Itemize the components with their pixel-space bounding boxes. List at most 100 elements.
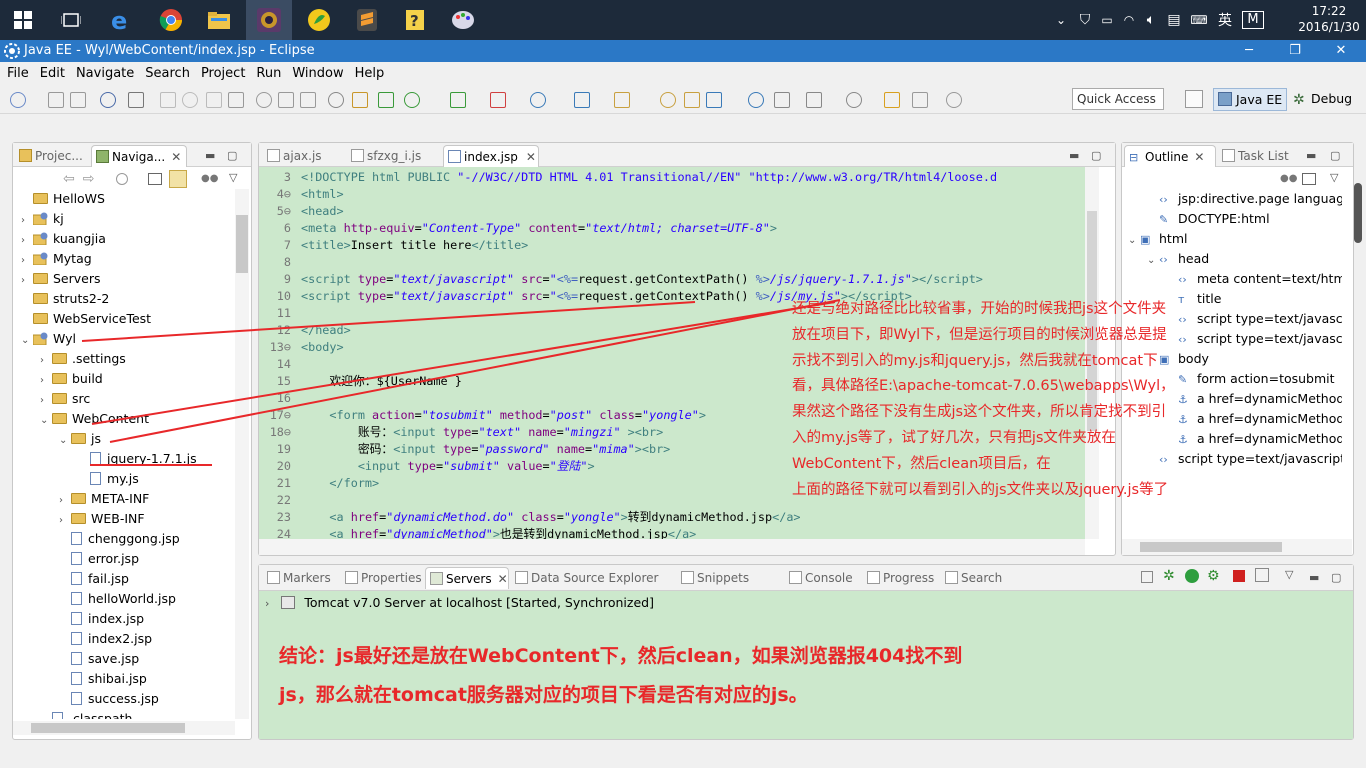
view-menu-icon[interactable]: ▽ [229,171,237,184]
perspective-debug[interactable]: ✲ Debug [1291,88,1361,111]
tree-item[interactable]: struts2-2 [21,289,109,309]
code-line[interactable]: <a href="dynamicMethod">也是转到dynamicMetho… [301,526,696,539]
tree-item[interactable]: chenggong.jsp [59,529,180,549]
expand-arrow-icon[interactable]: › [21,211,33,231]
task-view-button[interactable] [48,0,94,40]
menu-run[interactable]: Run [252,66,285,81]
tree-item[interactable]: HelloWS [21,189,105,209]
outline-item[interactable]: ⚓ a href=dynamicMethod.a [1166,429,1342,449]
code-line[interactable]: <html> [301,186,344,203]
close-window-button[interactable]: ✕ [1318,40,1364,62]
toolbar-icon[interactable] [574,92,590,108]
outline-item[interactable]: ⚓ a href=dynamicMethod [1166,409,1342,429]
outline-item[interactable]: ✎ form action=tosubmit [1166,369,1335,389]
navigator-hscrollbar[interactable] [13,721,235,735]
code-line[interactable]: <!DOCTYPE html PUBLIC "-//W3C//DTD HTML … [301,169,997,186]
close-tab-icon[interactable]: ✕ [1194,150,1204,164]
menu-help[interactable]: Help [351,66,389,81]
wifi-icon[interactable]: ◠ [1118,13,1140,27]
minimize-view-icon[interactable]: ▬ [205,149,215,162]
taskbar-app-green[interactable] [296,0,342,40]
outline-item[interactable]: ‹› script type=text/javascrip [1166,329,1342,349]
outline-view-menu-icon[interactable]: ▽ [1330,171,1338,184]
navigator-vscrollbar[interactable] [235,189,249,719]
menu-project[interactable]: Project [197,66,249,81]
toolbar-icon[interactable] [846,92,862,108]
outline-item[interactable]: ‹› script type=text/javascript [1147,449,1342,469]
tree-item[interactable]: index.jsp [59,609,144,629]
tree-item[interactable]: › build [40,369,103,389]
toolbar-icon[interactable] [404,92,420,108]
profile-server-icon[interactable]: ⚙ [1207,568,1220,584]
tab-markers[interactable]: Markers [263,567,337,589]
home-icon[interactable] [116,173,128,185]
toolbar-icon[interactable] [182,92,198,108]
collapse-icon[interactable] [1141,571,1153,583]
code-line[interactable]: <form action="tosubmit" method="post" cl… [301,407,706,424]
debug-server-icon[interactable]: ✲ [1163,568,1175,584]
vscroll-thumb[interactable] [236,215,248,273]
outline-item[interactable]: ⚓ a href=dynamicMethod.d [1166,389,1342,409]
keyboard-icon[interactable]: ⌨ [1186,13,1212,27]
outline-item[interactable]: ✎ DOCTYPE:html [1147,209,1270,229]
code-line[interactable]: </head> [301,322,351,339]
tree-item[interactable]: ⌄ Wyl [21,329,76,349]
toolbar-icon[interactable] [378,92,394,108]
menu-search[interactable]: Search [141,66,194,81]
code-line[interactable]: <script type="text/javascript" src="<%=r… [301,271,983,288]
view-menu-icon[interactable]: ▽ [1285,568,1293,581]
tree-item[interactable]: › src [40,389,90,409]
toolbar-icon[interactable] [70,92,86,108]
code-line[interactable]: </form> [301,475,379,492]
start-button[interactable] [0,0,46,40]
tree-item[interactable]: › kj [21,209,64,229]
expand-arrow-icon[interactable]: ⌄ [1147,251,1159,271]
toolbar-icon[interactable] [228,92,244,108]
outline-vscroll-thumb[interactable] [1354,183,1362,243]
code-line[interactable]: 密码：<input type="password" name="mima"><b… [301,441,670,458]
toolbar-icon[interactable] [706,92,722,108]
expand-arrow-icon[interactable]: ⌄ [40,411,52,431]
toolbar-icon[interactable] [206,92,222,108]
toolbar-icon[interactable] [352,92,368,108]
toolbar-icon[interactable] [160,92,176,108]
tab-sfzxg-js[interactable]: sfzxg_i.js [347,145,439,167]
tree-item[interactable]: save.jsp [59,649,139,669]
tree-item[interactable]: error.jsp [59,549,139,569]
toolbar-icon[interactable] [10,92,26,108]
code-line[interactable]: 欢迎你：${UserName } [301,373,461,390]
tree-item[interactable]: WebServiceTest [21,309,151,329]
tab-snippets[interactable]: Snippets [677,567,781,589]
code-line[interactable]: <body> [301,339,344,356]
expand-arrow-icon[interactable]: ⌄ [1128,231,1140,251]
tab-navigator[interactable]: Naviga... ✕ [91,145,187,167]
maximize-view-icon[interactable]: ▢ [227,149,237,162]
open-perspective-icon[interactable] [1185,90,1203,108]
toolbar-icon[interactable] [48,92,64,108]
hscroll-thumb[interactable] [1140,542,1282,552]
toolbar-icon[interactable] [128,92,144,108]
outline-item[interactable]: ⌄ ▣ html [1128,229,1187,249]
close-tab-icon[interactable]: ✕ [171,150,181,164]
toolbar-icon[interactable] [450,92,466,108]
expand-arrow-icon[interactable]: › [40,391,52,411]
tab-progress[interactable]: Progress [863,567,939,589]
tree-item[interactable]: › .settings [40,349,126,369]
taskbar-eclipse[interactable] [246,0,292,40]
menu-navigate[interactable]: Navigate [72,66,138,81]
start-server-icon[interactable] [1185,569,1199,583]
outline-hscrollbar[interactable] [1122,539,1352,555]
taskbar-help-app[interactable]: ? [392,0,438,40]
volume-icon[interactable]: 🔈︎ [1140,12,1162,28]
tree-item[interactable]: .classpath [40,709,132,719]
taskbar-chrome[interactable] [148,0,194,40]
minimize-view-icon[interactable]: ▬ [1309,571,1319,584]
hscroll-thumb[interactable] [31,723,185,733]
outline-filter-icon[interactable]: ●● [1280,173,1297,184]
outline-item[interactable]: ⌄ ‹› head [1147,249,1209,269]
editor-hscrollbar[interactable] [259,539,1085,555]
filter-icon[interactable]: ●● [201,173,218,185]
toolbar-icon[interactable] [806,92,822,108]
tab-search[interactable]: Search [941,567,1011,589]
tab-task-list[interactable]: Task List [1218,145,1300,167]
